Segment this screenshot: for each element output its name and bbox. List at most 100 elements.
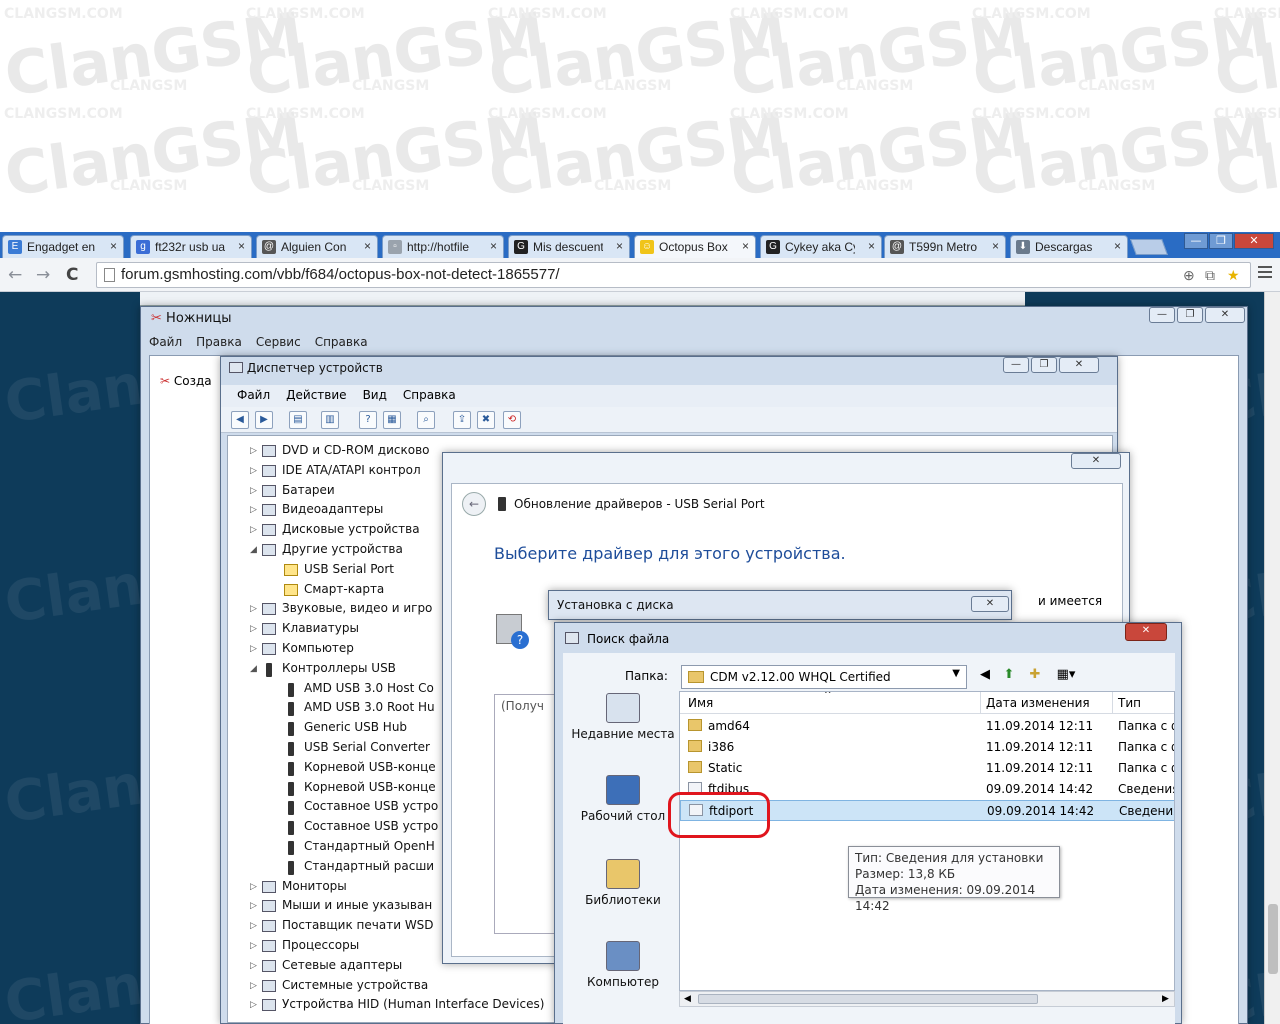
tree-item[interactable]: Другие устройства	[282, 542, 403, 556]
tab-close-icon[interactable]: ×	[110, 239, 117, 253]
tree-expand-icon[interactable]: ▷	[250, 505, 257, 515]
tree-item[interactable]: Смарт-карта	[304, 582, 384, 596]
file-row[interactable]: Static 11.09.2014 12:11 Папка с ф	[680, 758, 1174, 779]
column-header[interactable]: Имя	[688, 696, 713, 710]
tab-close-icon[interactable]: ×	[742, 239, 749, 253]
page-scrollbar[interactable]	[1264, 292, 1280, 1024]
tree-expand-icon[interactable]: ▷	[250, 446, 257, 456]
tree-expand-icon[interactable]: ▷	[250, 486, 257, 496]
browser-minimize-button[interactable]: —	[1184, 233, 1208, 249]
look-in-dropdown[interactable]: CDM v2.12.00 WHQL Certified ▼	[681, 665, 967, 689]
dm-close-button[interactable]: ✕	[1059, 357, 1099, 373]
tree-expand-icon[interactable]: ▷	[250, 466, 257, 476]
up-folder-icon[interactable]: ⬆	[999, 665, 1019, 685]
snip-menu-item[interactable]: Сервис	[256, 335, 301, 349]
place-libraries[interactable]: Библиотеки	[571, 859, 675, 907]
properties-icon[interactable]: ▤	[289, 411, 307, 429]
snip-minimize-button[interactable]: —	[1149, 307, 1175, 323]
tree-expand-icon[interactable]: ▷	[250, 901, 257, 911]
tree-item[interactable]: Дисковые устройства	[282, 522, 420, 536]
browser-close-button[interactable]: ✕	[1234, 233, 1274, 249]
back-icon[interactable]: ◀	[231, 411, 249, 429]
page-scroll-thumb[interactable]	[1268, 904, 1278, 974]
tree-expand-icon[interactable]: ▷	[250, 921, 257, 931]
browser-tab[interactable]: g ft232r usb ua ×	[130, 235, 252, 258]
tree-item[interactable]: Поставщик печати WSD	[282, 918, 434, 932]
tree-item[interactable]: USB Serial Converter	[304, 740, 430, 754]
browse-close-button[interactable]: ✕	[1125, 623, 1167, 641]
tree-expand-icon[interactable]: ◢	[250, 545, 257, 555]
disk-close-button[interactable]: ✕	[971, 596, 1009, 612]
browser-tab[interactable]: ⬇ Descargas ×	[1010, 235, 1128, 258]
forward-icon[interactable]: →	[36, 265, 50, 285]
tree-expand-icon[interactable]: ▷	[250, 981, 257, 991]
tree-item[interactable]: Мониторы	[282, 879, 347, 893]
tree-expand-icon[interactable]: ▷	[250, 624, 257, 634]
tree-item[interactable]: Системные устройства	[282, 978, 428, 992]
tree-item[interactable]: Батареи	[282, 483, 335, 497]
snip-close-button[interactable]: ✕	[1205, 307, 1245, 323]
tree-item[interactable]: Контроллеры USB	[282, 661, 396, 675]
tree-item[interactable]: Корневой USB-конце	[304, 780, 436, 794]
new-folder-icon[interactable]: ✚	[1025, 665, 1045, 685]
dm-menu-item[interactable]: Действие	[286, 388, 346, 402]
address-bar[interactable]: forum.gsmhosting.com/vbb/f684/octopus-bo…	[96, 262, 1251, 288]
snip-menu-item[interactable]: Справка	[315, 335, 368, 349]
tree-item[interactable]: USB Serial Port	[304, 562, 394, 576]
go-back-icon[interactable]: ◀	[975, 665, 995, 685]
tree-item[interactable]: Звуковые, видео и игро	[282, 601, 432, 615]
file-row[interactable]: i386 11.09.2014 12:11 Папка с ф	[680, 737, 1174, 758]
tab-close-icon[interactable]: ×	[490, 239, 497, 253]
snip-menu-item[interactable]: Файл	[149, 335, 182, 349]
browser-tab[interactable]: ☺ Octopus Box ×	[634, 235, 756, 258]
zoom-icon[interactable]: ⊕	[1183, 267, 1195, 284]
scroll-left-icon[interactable]: ◀	[684, 994, 691, 1004]
dm-restore-button[interactable]: ❐	[1031, 357, 1057, 373]
tree-item[interactable]: Generic USB Hub	[304, 720, 407, 734]
tab-close-icon[interactable]: ×	[868, 239, 875, 253]
help-icon[interactable]: ?	[359, 411, 377, 429]
disable-icon[interactable]: ⟲	[503, 411, 521, 429]
snip-new-button[interactable]: ✂ Созда	[160, 374, 212, 388]
column-separator[interactable]	[1112, 692, 1113, 714]
reload-icon[interactable]: C	[66, 265, 78, 285]
tree-item[interactable]: Составное USB устро	[304, 799, 438, 813]
browser-tab[interactable]: @ Alguien Con ×	[256, 235, 378, 258]
tab-close-icon[interactable]: ×	[616, 239, 623, 253]
tree-item[interactable]: Устройства HID (Human Interface Devices)	[282, 997, 544, 1011]
tree-expand-icon[interactable]: ▷	[250, 604, 257, 614]
tree-item[interactable]: IDE ATA/ATAPI контрол	[282, 463, 421, 477]
dm-minimize-button[interactable]: —	[1003, 357, 1029, 373]
scan-icon[interactable]: ⌕	[417, 411, 435, 429]
column-header[interactable]: Тип	[1118, 696, 1141, 710]
horizontal-scrollbar[interactable]: ◀ ▶	[679, 991, 1175, 1007]
tree-item[interactable]: AMD USB 3.0 Root Hu	[304, 700, 435, 714]
tree-expand-icon[interactable]: ▷	[250, 961, 257, 971]
view-icon[interactable]: ▦	[383, 411, 401, 429]
tree-item[interactable]: Мыши и иные указыван	[282, 898, 432, 912]
browser-tab[interactable]: @ T599n Metro ×	[884, 235, 1006, 258]
tree-item[interactable]: Стандартный OpenH	[304, 839, 435, 853]
tree-item[interactable]: Стандартный расши	[304, 859, 434, 873]
tree-item[interactable]: Видеоадаптеры	[282, 502, 383, 516]
view-menu-icon[interactable]: ▦▾	[1051, 665, 1081, 685]
snip-menu-item[interactable]: Правка	[196, 335, 242, 349]
bookmark-star-icon[interactable]: ★	[1227, 267, 1240, 284]
tree-item[interactable]: Составное USB устро	[304, 819, 438, 833]
scroll-right-icon[interactable]: ▶	[1162, 994, 1169, 1004]
forward-icon[interactable]: ▶	[255, 411, 273, 429]
browser-menu-icon[interactable]	[1258, 266, 1272, 281]
new-tab-button[interactable]	[1130, 239, 1168, 255]
browser-tab[interactable]: G Mis descuent ×	[508, 235, 630, 258]
tree-item[interactable]: Сетевые адаптеры	[282, 958, 402, 972]
uninstall-icon[interactable]: ✖	[477, 411, 495, 429]
tree-expand-icon[interactable]: ◢	[250, 664, 257, 674]
tab-close-icon[interactable]: ×	[992, 239, 999, 253]
translate-icon[interactable]: ⧉	[1205, 267, 1215, 284]
back-arrow-icon[interactable]: ←	[462, 492, 486, 516]
tree-item[interactable]: Компьютер	[282, 641, 354, 655]
browser-restore-button[interactable]: ❐	[1209, 233, 1233, 249]
browser-tab[interactable]: ▫ http://hotfile ×	[382, 235, 504, 258]
tab-close-icon[interactable]: ×	[364, 239, 371, 253]
tree-item[interactable]: Клавиатуры	[282, 621, 359, 635]
